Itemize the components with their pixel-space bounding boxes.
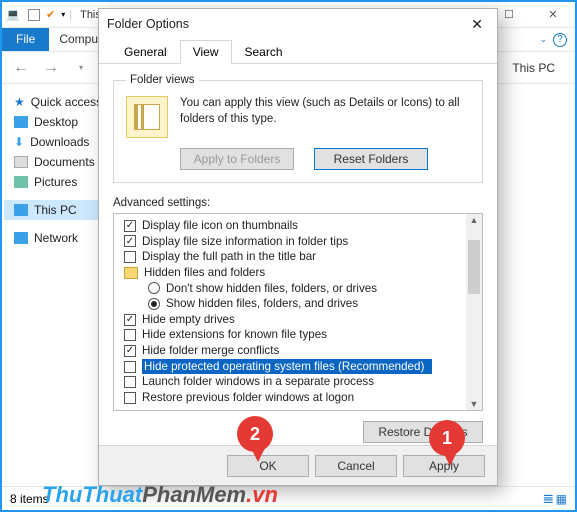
- folder-views-icon: [126, 96, 168, 138]
- opt-restore-previous-folders[interactable]: Restore previous folder windows at logon: [118, 390, 482, 406]
- opt-show-hidden[interactable]: Show hidden files, folders, and drives: [118, 296, 482, 312]
- nav-history-icon[interactable]: ▾: [68, 55, 94, 81]
- scroll-down-icon[interactable]: ▼: [470, 398, 479, 410]
- help-icon[interactable]: ?: [553, 33, 567, 47]
- cancel-button[interactable]: Cancel: [315, 455, 397, 477]
- apply-to-folders-button: Apply to Folders: [180, 148, 294, 170]
- qat-dropdown-icon[interactable]: ▾: [61, 10, 65, 19]
- nav-network[interactable]: Network: [4, 228, 108, 248]
- view-details-icon[interactable]: 𝌆: [543, 492, 554, 506]
- opt-hidden-files-group[interactable]: Hidden files and folders: [118, 265, 482, 281]
- opt-display-file-icon[interactable]: ✓Display file icon on thumbnails: [118, 218, 482, 234]
- restore-defaults-button[interactable]: Restore Defaults: [363, 421, 483, 443]
- opt-hide-merge-conflicts[interactable]: ✓Hide folder merge conflicts: [118, 343, 482, 359]
- tab-view[interactable]: View: [180, 40, 232, 64]
- watermark: ThuThuatPhanMem.vn: [42, 482, 278, 508]
- tab-general[interactable]: General: [111, 40, 180, 64]
- folder-icon: [124, 267, 138, 279]
- advanced-settings-tree[interactable]: ✓Display file icon on thumbnails ✓Displa…: [113, 213, 483, 411]
- close-button[interactable]: ✕: [531, 2, 575, 28]
- ok-button[interactable]: OK: [227, 455, 309, 477]
- tree-scrollbar[interactable]: ▲▼: [466, 214, 482, 410]
- scroll-up-icon[interactable]: ▲: [470, 214, 479, 226]
- nav-quick-access[interactable]: ★Quick access: [4, 92, 108, 112]
- qat-check-icon[interactable]: ✔: [46, 8, 55, 21]
- nav-back-button[interactable]: ←: [8, 55, 34, 81]
- folder-views-legend: Folder views: [126, 74, 199, 86]
- pc-icon: 💻: [2, 8, 24, 21]
- nav-pane: ★Quick access Desktop ⬇Downloads Documen…: [2, 84, 108, 486]
- tab-search[interactable]: Search: [232, 40, 296, 64]
- nav-this-pc[interactable]: This PC: [4, 200, 108, 220]
- opt-launch-separate-process[interactable]: Launch folder windows in a separate proc…: [118, 374, 482, 390]
- ribbon-file-tab[interactable]: File: [2, 28, 49, 51]
- folder-options-dialog: Folder Options ✕ General View Search Fol…: [98, 8, 498, 486]
- scroll-thumb[interactable]: [468, 240, 480, 294]
- apply-button[interactable]: Apply: [403, 455, 485, 477]
- opt-dont-show-hidden[interactable]: Don't show hidden files, folders, or dri…: [118, 281, 482, 297]
- nav-documents[interactable]: Documents: [4, 152, 108, 172]
- opt-hide-extensions[interactable]: Hide extensions for known file types: [118, 327, 482, 343]
- nav-pictures[interactable]: Pictures: [4, 172, 108, 192]
- nav-downloads[interactable]: ⬇Downloads: [4, 132, 108, 152]
- reset-folders-button[interactable]: Reset Folders: [314, 148, 428, 170]
- opt-full-path-title[interactable]: Display the full path in the title bar: [118, 249, 482, 265]
- view-large-icon[interactable]: ▦: [556, 492, 567, 506]
- breadcrumb[interactable]: This PC: [512, 61, 569, 75]
- dialog-close-button[interactable]: ✕: [465, 14, 489, 35]
- opt-display-file-size[interactable]: ✓Display file size information in folder…: [118, 234, 482, 250]
- advanced-settings-label: Advanced settings:: [113, 197, 483, 209]
- opt-hide-protected-os-files[interactable]: Hide protected operating system files (R…: [118, 359, 482, 375]
- ribbon-expand-icon[interactable]: ⌄: [539, 34, 547, 45]
- qat-properties-icon[interactable]: [28, 9, 40, 21]
- nav-forward-button[interactable]: →: [38, 55, 64, 81]
- opt-hide-empty-drives[interactable]: ✓Hide empty drives: [118, 312, 482, 328]
- folder-views-desc: You can apply this view (such as Details…: [180, 96, 470, 138]
- folder-views-group: Folder views You can apply this view (su…: [113, 74, 483, 183]
- dialog-title: Folder Options: [107, 17, 189, 31]
- nav-desktop[interactable]: Desktop: [4, 112, 108, 132]
